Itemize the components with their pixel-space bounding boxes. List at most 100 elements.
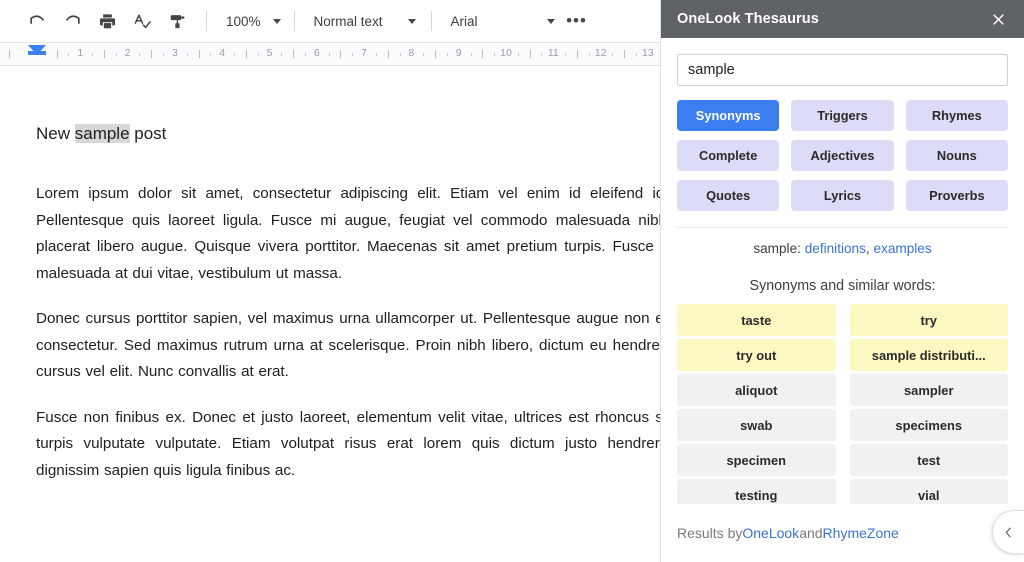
ruler-tick <box>387 50 389 58</box>
ruler-number: 3 <box>171 47 178 59</box>
result-word-chip[interactable]: testing <box>677 479 836 504</box>
category-button-synonyms[interactable]: Synonyms <box>677 100 780 131</box>
ruler-tick <box>245 50 247 58</box>
ruler-tick-minor <box>328 53 330 56</box>
panel-footer: Results by OneLook and RhymeZone <box>661 504 1024 562</box>
result-word-chip[interactable]: test <box>849 444 1008 476</box>
ruler-tick <box>482 50 484 58</box>
ruler-tick-minor <box>470 53 472 56</box>
ruler-number: 8 <box>408 47 415 59</box>
ruler-tick-minor <box>375 53 377 56</box>
ruler-tick-minor <box>115 53 117 56</box>
ruler-tick-minor <box>399 53 401 56</box>
footer-middle: and <box>799 525 823 541</box>
definition-word: sample: <box>753 241 801 256</box>
document-scroll-area[interactable]: New sample post Lorem ipsum dolor sit am… <box>0 66 660 560</box>
ruler-tick-minor <box>68 53 70 56</box>
search-input[interactable] <box>677 54 1008 86</box>
indent-marker[interactable] <box>28 45 46 55</box>
ruler-tick <box>529 50 531 58</box>
result-word-chip[interactable]: specimens <box>849 409 1008 441</box>
ruler-tick-minor <box>210 53 212 56</box>
ruler-tick <box>103 50 105 58</box>
footer-prefix: Results by <box>677 525 743 541</box>
ruler-number: 4 <box>219 47 226 59</box>
ruler-number: 6 <box>313 47 320 59</box>
category-button-proverbs[interactable]: Proverbs <box>905 180 1008 211</box>
document-paragraph: Fusce non finibus ex. Donec et justo lao… <box>36 408 660 479</box>
results-column-right: try sample distributi... sampler specimens t… <box>849 304 1008 504</box>
definitions-link[interactable]: definitions <box>805 241 866 256</box>
close-icon[interactable] <box>986 7 1010 31</box>
ruler-tick-minor <box>612 53 614 56</box>
paint-format-icon[interactable] <box>162 6 192 36</box>
panel-header: OneLook Thesaurus <box>661 0 1024 38</box>
ruler-tick <box>435 50 437 58</box>
category-button-rhymes[interactable]: Rhymes <box>905 100 1008 131</box>
onelook-thesaurus-panel: OneLook Thesaurus Synonyms Triggers Rhymes… <box>660 0 1024 562</box>
redo-icon[interactable] <box>57 6 87 36</box>
ruler-tick <box>576 50 578 58</box>
examples-link[interactable]: examples <box>873 241 931 256</box>
zoom-value: 100% <box>226 13 261 29</box>
result-word-chip[interactable]: try out <box>677 339 836 371</box>
document-paragraph: Lorem ipsum dolor sit amet, consectetur … <box>36 185 660 282</box>
more-options-icon[interactable]: ••• <box>563 7 591 35</box>
chevron-left-icon <box>1005 527 1011 537</box>
heading-text-after: post <box>129 124 167 143</box>
ruler-tick <box>9 50 11 58</box>
search-row <box>677 38 1008 86</box>
ruler-tick-minor <box>281 53 283 56</box>
results-columns: taste try out aliquot swab specimen testing t… <box>677 304 1008 504</box>
result-word-chip[interactable]: try <box>849 304 1008 336</box>
paragraph-style-selector[interactable]: Normal text <box>304 7 422 35</box>
ruler-tick-minor <box>423 53 425 56</box>
font-selector[interactable]: Arial <box>441 7 561 35</box>
result-word-chip[interactable]: vial <box>849 479 1008 504</box>
panel-body: Synonyms Triggers Rhymes Complete Adjectives… <box>661 38 1024 504</box>
paragraph-style-value: Normal text <box>313 13 383 29</box>
ruler-tick <box>293 50 295 58</box>
category-button-triggers[interactable]: Triggers <box>791 100 894 131</box>
google-docs-pane: 100% Normal text Arial ••• 1 2 3 4 5 6 7 8 9 10 11… <box>0 0 660 562</box>
zoom-selector[interactable]: 100% <box>216 7 285 35</box>
category-button-adjectives[interactable]: Adjectives <box>791 140 894 171</box>
chevron-down-icon <box>407 18 416 24</box>
category-button-lyrics[interactable]: Lyrics <box>791 180 894 211</box>
ruler-tick <box>56 50 58 58</box>
font-value: Arial <box>450 13 478 29</box>
category-button-complete[interactable]: Complete <box>677 140 780 171</box>
result-word-chip[interactable]: sample distributi... <box>849 339 1008 371</box>
category-button-quotes[interactable]: Quotes <box>677 180 780 211</box>
heading-selected-word[interactable]: sample <box>74 124 130 143</box>
ruler-number: 7 <box>361 47 368 59</box>
category-button-nouns[interactable]: Nouns <box>905 140 1008 171</box>
result-word-chip[interactable]: sampler <box>849 374 1008 406</box>
toolbar-divider-3 <box>430 11 432 31</box>
result-word-chip[interactable]: swab <box>677 409 836 441</box>
ruler-tick-minor <box>163 53 165 56</box>
result-word-chip[interactable]: aliquot <box>677 374 836 406</box>
spellcheck-icon[interactable] <box>127 6 157 36</box>
ruler-tick-minor <box>446 53 448 56</box>
ruler-tick-minor <box>494 53 496 56</box>
print-icon[interactable] <box>92 6 122 36</box>
ruler-tick-minor <box>636 53 638 56</box>
onelook-link[interactable]: OneLook <box>742 525 799 541</box>
chevron-down-icon <box>546 18 555 24</box>
ruler-tick-minor <box>139 53 141 56</box>
result-word-chip[interactable]: taste <box>677 304 836 336</box>
ruler-tick-minor <box>517 53 519 56</box>
ruler-tick <box>198 50 200 58</box>
ruler-number: 10 <box>500 47 512 59</box>
document-ruler[interactable]: 1 2 3 4 5 6 7 8 9 10 11 12 13 <box>0 42 660 66</box>
undo-icon[interactable] <box>22 6 52 36</box>
category-button-grid: Synonyms Triggers Rhymes Complete Adjectives… <box>677 100 1008 211</box>
document-page[interactable]: New sample post Lorem ipsum dolor sit am… <box>14 66 660 560</box>
ruler-tick-minor <box>304 53 306 56</box>
result-word-chip[interactable]: specimen <box>677 444 836 476</box>
ruler-number: 1 <box>77 47 84 59</box>
results-section-title: Synonyms and similar words: <box>749 278 936 294</box>
document-paragraph: Donec cursus porttitor sapien, vel maxim… <box>36 310 660 380</box>
rhymezone-link[interactable]: RhymeZone <box>823 525 899 541</box>
